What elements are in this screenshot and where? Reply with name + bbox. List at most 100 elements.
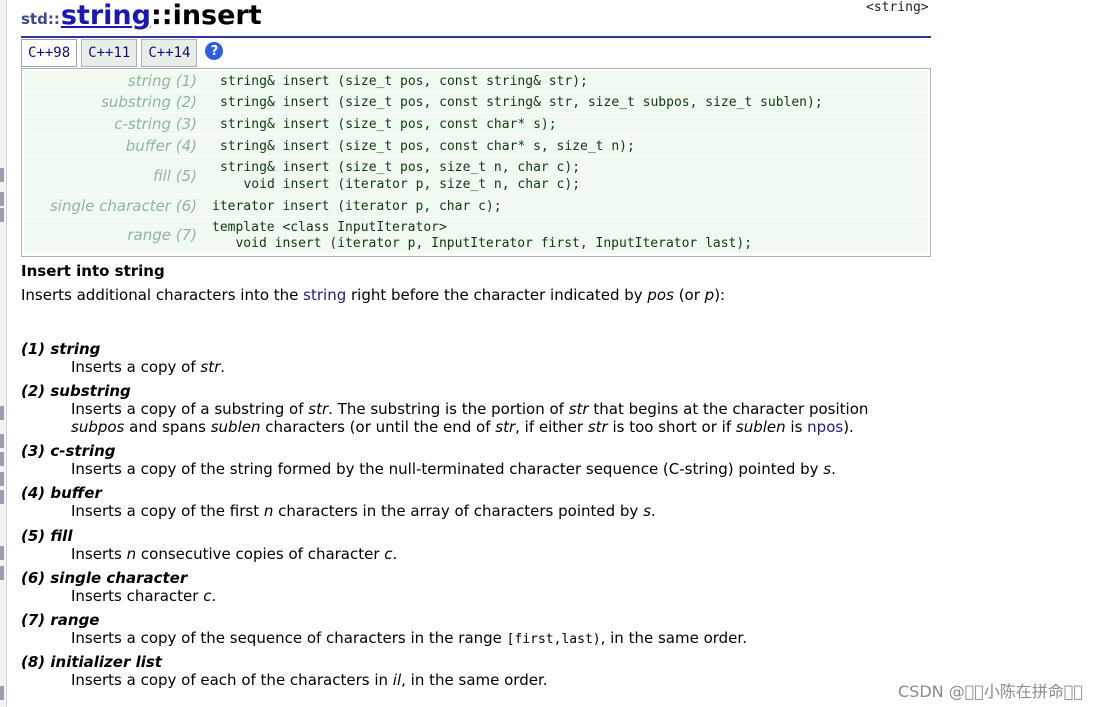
prototype-row: fill (5) string& insert (size_t pos, siz… (24, 157, 928, 195)
overload-description: Inserts a copy of a substring of str. Th… (71, 400, 868, 418)
overload-section: (4) buffer Inserts a copy of the first n … (21, 484, 656, 520)
description-text: is too short or if (607, 418, 736, 436)
watermark: CSDN @  小陈在拼命   (898, 682, 1084, 701)
prototype-code: void insert (iterator p, InputIterator f… (212, 236, 753, 251)
overload-heading: (8) initializer list (21, 653, 162, 671)
prototype-code: string& insert (size_t pos, const char* … (220, 139, 635, 154)
param-name: s (823, 460, 832, 478)
section-heading: Insert into string (21, 262, 165, 280)
param-name: c (384, 545, 393, 563)
title-namespace: std:: (21, 10, 60, 28)
prototype-code: string& insert (size_t pos, const string… (220, 95, 823, 110)
overload-heading: (2) substring (21, 382, 131, 400)
param-name: sublen (210, 418, 261, 436)
overload-section: (6) single character Inserts character c. (21, 569, 216, 605)
prototype-row: c-string (3) string& insert (size_t pos,… (24, 113, 928, 135)
prototype-label: range (7) (127, 226, 197, 244)
overload-heading: (7) range (21, 611, 100, 629)
param-name: str (308, 400, 329, 418)
prototype-label: single character (6) (49, 197, 197, 215)
prototype-row: substring (2) string& insert (size_t pos… (24, 92, 928, 113)
prototype-row: buffer (4) string& insert (size_t pos, c… (24, 135, 928, 157)
description-text: Inserts a copy of the string formed by t… (71, 460, 824, 478)
title-separator: :: (150, 0, 173, 31)
param-name: n (263, 502, 274, 520)
overload-description: Inserts n consecutive copies of characte… (71, 545, 397, 563)
edge-marker (0, 490, 4, 504)
prototype-row: range (7) template <class InputIterator>… (24, 217, 928, 254)
title-class-link[interactable]: string (61, 0, 151, 31)
description-text: . (220, 358, 226, 376)
prototype-code: template <class InputIterator> (212, 220, 447, 235)
description-text: Inserts a copy of a substring of (71, 400, 309, 418)
param-name: n (126, 545, 137, 563)
prototype-code: string& insert (size_t pos, size_t n, ch… (220, 160, 581, 175)
param-name: s (643, 502, 651, 520)
prototype-code: string& insert (size_t pos, const string… (220, 74, 588, 89)
overload-section: (5) fill Inserts n consecutive copies of … (21, 527, 397, 563)
description-text: , if either (515, 418, 588, 436)
param-name: str (587, 418, 608, 436)
intro-before: Inserts additional characters into the (21, 286, 304, 304)
tab-cpp11[interactable]: C++11 (81, 39, 138, 67)
overload-description: Inserts a copy of the string formed by t… (71, 460, 836, 478)
intro-middle: right before the character indicated by (346, 286, 648, 304)
description-text: , in the same order. (600, 629, 747, 647)
overload-heading: (4) buffer (21, 484, 102, 502)
description-text: . (831, 460, 836, 478)
npos-link[interactable]: npos (807, 418, 843, 436)
intro-text: Inserts additional characters into the s… (21, 286, 921, 304)
prototype-code: string& insert (size_t pos, const char* … (220, 117, 557, 132)
description-text: characters in the array of characters po… (273, 502, 644, 520)
edge-marker (0, 566, 4, 580)
intro-end: ): (714, 286, 726, 304)
range-notation: [first,last) (506, 632, 601, 647)
description-text: ). (843, 418, 854, 436)
standard-tabs: C++98 C++11 C++14 ? (21, 39, 224, 67)
description-text: . (211, 587, 217, 605)
pos-param: pos (647, 286, 674, 304)
left-scroll-edge (0, 0, 7, 707)
param-name: subpos (71, 418, 125, 436)
description-text: Inserts character (71, 587, 204, 605)
overload-section: (1) string Inserts a copy of str. (21, 340, 225, 376)
edge-marker (0, 472, 4, 486)
description-text: . (650, 502, 656, 520)
overload-heading: (5) fill (21, 527, 73, 545)
edge-marker (0, 452, 4, 466)
param-name: sublen (735, 418, 786, 436)
header-tag: <string> (866, 0, 929, 15)
description-text: Inserts a copy of the sequence of charac… (71, 629, 507, 647)
edge-marker (0, 546, 4, 560)
param-name: str (568, 400, 589, 418)
overload-heading: (6) single character (21, 569, 188, 587)
overload-section: (3) c-string Inserts a copy of the string… (21, 442, 836, 478)
prototype-label: substring (2) (101, 93, 197, 111)
edge-marker (0, 686, 4, 700)
overload-description: Inserts a copy of each of the characters… (71, 671, 548, 689)
description-text: . The substring is the portion of (328, 400, 569, 418)
prototype-code: void insert (iterator p, size_t n, char … (220, 177, 581, 192)
overload-section: (8) initializer list Inserts a copy of ea… (21, 653, 548, 689)
prototype-label: fill (5) (152, 167, 197, 185)
string-link[interactable]: string (303, 286, 346, 304)
description-text: . (392, 545, 398, 563)
intro-or: (or (673, 286, 705, 304)
param-name: str (495, 418, 516, 436)
description-text: that begins at the character position (588, 400, 869, 418)
prototype-label: string (1) (127, 72, 197, 90)
p-param: p (704, 286, 715, 304)
edge-marker (0, 406, 4, 420)
description-text: , in the same order. (401, 671, 548, 689)
edge-marker (0, 192, 4, 206)
help-icon[interactable]: ? (205, 42, 224, 60)
edge-marker (0, 434, 4, 448)
description-text: Inserts a copy of (71, 358, 201, 376)
tab-cpp98[interactable]: C++98 (21, 39, 78, 67)
overload-heading: (1) string (21, 340, 101, 358)
edge-marker (0, 208, 4, 222)
overload-description: subpos and spans sublen characters (or u… (71, 418, 868, 436)
tab-cpp14[interactable]: C++14 (141, 39, 198, 67)
description-text: characters (or until the end of (260, 418, 496, 436)
prototype-row: string (1) string& insert (size_t pos, c… (24, 71, 928, 92)
